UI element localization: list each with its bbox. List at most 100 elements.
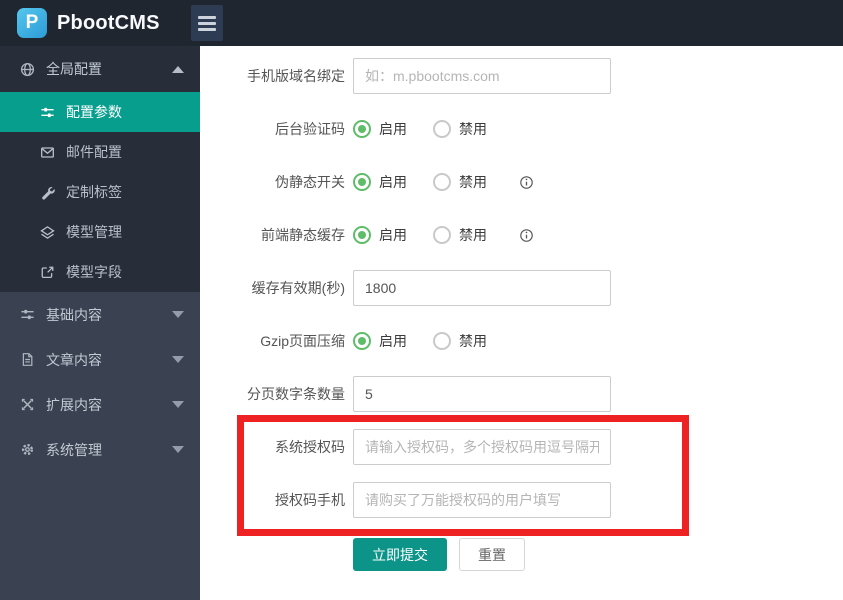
form-row-admin-captcha: 后台验证码 启用 禁用 xyxy=(200,111,843,147)
sidebar-item-global-config[interactable]: 全局配置 xyxy=(0,46,200,92)
sidebar-item-label: 扩展内容 xyxy=(46,395,102,415)
field-label: Gzip页面压缩 xyxy=(200,331,345,351)
caret-down-icon xyxy=(172,311,184,318)
radio-enable[interactable]: 启用 xyxy=(353,172,407,192)
radio-circle-icon xyxy=(433,226,451,244)
sidebar-item-mail-config[interactable]: 邮件配置 xyxy=(0,132,200,172)
radio-enable[interactable]: 启用 xyxy=(353,331,407,351)
radio-circle-icon xyxy=(433,120,451,138)
caret-down-icon xyxy=(172,401,184,408)
info-icon[interactable] xyxy=(519,228,534,243)
sidebar-item-system-manage[interactable]: 系统管理 xyxy=(0,427,200,472)
radio-circle-icon xyxy=(353,120,371,138)
arrows-icon xyxy=(20,397,35,412)
sidebar-item-label: 全局配置 xyxy=(46,59,102,79)
radio-group: 启用 禁用 xyxy=(353,331,513,351)
external-link-icon xyxy=(40,265,55,280)
radio-group: 启用 禁用 xyxy=(353,119,513,139)
license-code-input[interactable] xyxy=(353,429,611,465)
radio-circle-icon xyxy=(353,173,371,191)
radio-label: 启用 xyxy=(379,225,407,245)
hamburger-icon xyxy=(198,16,216,19)
caret-up-icon xyxy=(172,66,184,73)
sidebar-item-label: 模型字段 xyxy=(66,262,122,282)
form-row-license-code: 系统授权码 xyxy=(200,429,843,465)
license-phone-input[interactable] xyxy=(353,482,611,518)
brand-title: PbootCMS xyxy=(57,12,160,35)
sidebar-item-label: 定制标签 xyxy=(66,182,122,202)
field-label: 伪静态开关 xyxy=(200,172,345,192)
sidebar-item-custom-tags[interactable]: 定制标签 xyxy=(0,172,200,212)
submit-button[interactable]: 立即提交 xyxy=(353,538,447,571)
radio-circle-icon xyxy=(353,226,371,244)
form-row-static-cache: 前端静态缓存 启用 禁用 xyxy=(200,217,843,253)
form-row-license-phone: 授权码手机 xyxy=(200,482,843,518)
top-bar: P PbootCMS xyxy=(0,0,843,46)
radio-enable[interactable]: 启用 xyxy=(353,225,407,245)
sidebar-item-label: 邮件配置 xyxy=(66,142,122,162)
wrench-icon xyxy=(40,185,55,200)
field-label: 手机版域名绑定 xyxy=(200,66,345,86)
form-row-cache-expire: 缓存有效期(秒) xyxy=(200,270,843,306)
radio-enable[interactable]: 启用 xyxy=(353,119,407,139)
radio-disable[interactable]: 禁用 xyxy=(433,331,487,351)
form-actions: 立即提交 重置 xyxy=(353,538,843,571)
config-form: 手机版域名绑定 后台验证码 启用 禁用 伪静态开关 启用 禁用 xyxy=(200,46,843,600)
field-label: 前端静态缓存 xyxy=(200,225,345,245)
radio-circle-icon xyxy=(353,332,371,350)
caret-down-icon xyxy=(172,446,184,453)
sidebar-item-extend-content[interactable]: 扩展内容 xyxy=(0,382,200,427)
radio-label: 启用 xyxy=(379,172,407,192)
document-icon xyxy=(20,352,35,367)
sidebar-group-global-config: 全局配置 配置参数 邮件配置 xyxy=(0,46,200,292)
reset-button[interactable]: 重置 xyxy=(459,538,525,571)
radio-label: 禁用 xyxy=(459,119,487,139)
radio-group: 启用 禁用 xyxy=(353,172,534,192)
radio-label: 禁用 xyxy=(459,225,487,245)
info-icon[interactable] xyxy=(519,175,534,190)
brand: P PbootCMS xyxy=(0,8,191,38)
mail-icon xyxy=(40,145,55,160)
sliders-icon xyxy=(40,105,55,120)
sliders-icon xyxy=(20,307,35,322)
form-row-pseudo-static: 伪静态开关 启用 禁用 xyxy=(200,164,843,200)
sidebar-item-label: 文章内容 xyxy=(46,350,102,370)
radio-group: 启用 禁用 xyxy=(353,225,534,245)
page-count-input[interactable] xyxy=(353,376,611,412)
sidebar-item-model-manage[interactable]: 模型管理 xyxy=(0,212,200,252)
gear-icon xyxy=(20,442,35,457)
sidebar-item-label: 配置参数 xyxy=(66,102,122,122)
radio-disable[interactable]: 禁用 xyxy=(433,119,487,139)
radio-circle-icon xyxy=(433,332,451,350)
radio-disable[interactable]: 禁用 xyxy=(433,225,487,245)
form-row-page-count: 分页数字条数量 xyxy=(200,376,843,412)
field-label: 缓存有效期(秒) xyxy=(200,278,345,298)
field-label: 分页数字条数量 xyxy=(200,384,345,404)
sidebar-item-label: 模型管理 xyxy=(66,222,122,242)
pbootcms-logo-icon: P xyxy=(17,8,47,38)
radio-label: 禁用 xyxy=(459,172,487,192)
form-row-mobile-domain: 手机版域名绑定 xyxy=(200,58,843,94)
sidebar-item-label: 基础内容 xyxy=(46,305,102,325)
menu-toggle-button[interactable] xyxy=(191,5,223,41)
field-label: 授权码手机 xyxy=(200,490,345,510)
sidebar-item-article-content[interactable]: 文章内容 xyxy=(0,337,200,382)
field-label: 后台验证码 xyxy=(200,119,345,139)
model-icon xyxy=(40,225,55,240)
sidebar-item-config-params[interactable]: 配置参数 xyxy=(0,92,200,132)
form-row-gzip: Gzip页面压缩 启用 禁用 xyxy=(200,323,843,359)
radio-circle-icon xyxy=(433,173,451,191)
caret-down-icon xyxy=(172,356,184,363)
sidebar: 全局配置 配置参数 邮件配置 xyxy=(0,46,200,600)
radio-label: 启用 xyxy=(379,119,407,139)
sidebar-item-model-fields[interactable]: 模型字段 xyxy=(0,252,200,292)
sidebar-item-label: 系统管理 xyxy=(46,440,102,460)
mobile-domain-input[interactable] xyxy=(353,58,611,94)
radio-disable[interactable]: 禁用 xyxy=(433,172,487,192)
radio-label: 禁用 xyxy=(459,331,487,351)
globe-icon xyxy=(20,62,35,77)
field-label: 系统授权码 xyxy=(200,437,345,457)
sidebar-item-basic-content[interactable]: 基础内容 xyxy=(0,292,200,337)
cache-expire-input[interactable] xyxy=(353,270,611,306)
radio-label: 启用 xyxy=(379,331,407,351)
